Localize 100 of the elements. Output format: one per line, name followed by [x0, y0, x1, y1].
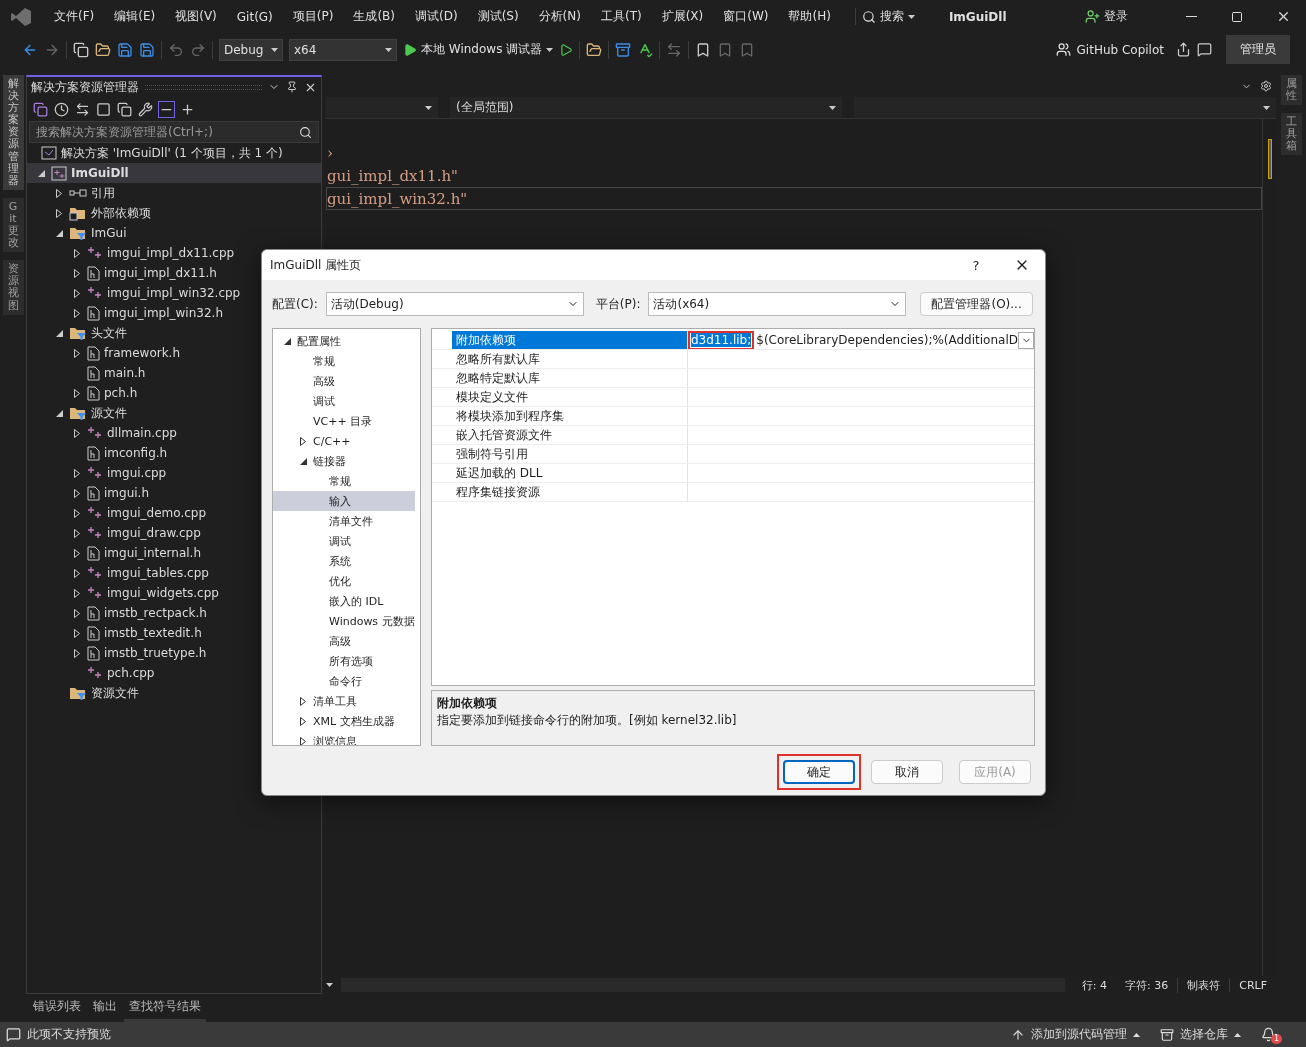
menu-item[interactable]: 项目(P) — [282, 8, 344, 25]
configuration-dropdown[interactable]: 活动(Debug) — [325, 292, 584, 316]
solution-tree-item[interactable]: 引用 — [27, 183, 321, 203]
menu-item[interactable]: 编辑(E) — [104, 8, 166, 25]
menu-item[interactable]: 帮助(H) — [778, 8, 841, 25]
sign-in-button[interactable]: 登录 — [1085, 8, 1128, 25]
pin-icon[interactable] — [286, 81, 298, 93]
expanded-arrow-icon[interactable] — [55, 229, 63, 237]
menu-item[interactable]: 工具(T) — [590, 8, 652, 25]
dialog-button[interactable]: 取消 — [871, 760, 943, 784]
property-name[interactable]: 嵌入托管资源文件 — [451, 426, 688, 444]
settings-tree-item[interactable]: C/C++ — [273, 431, 415, 451]
open-folder-icon[interactable] — [95, 41, 111, 58]
status-message: 此项不支持预览 — [27, 1026, 111, 1043]
expanded-arrow-icon[interactable] — [283, 337, 291, 345]
share-icon[interactable] — [1176, 42, 1191, 57]
add-to-source-control-button[interactable]: 添加到源代码管理 — [1011, 1026, 1140, 1043]
side-tab[interactable]: 资源视图 — [2, 260, 24, 315]
cpp-file-icon — [87, 426, 103, 440]
menu-item[interactable]: 窗口(W) — [713, 8, 779, 25]
collapsed-arrow-icon[interactable] — [300, 716, 306, 726]
column-indicator: 字符: 36 — [1124, 977, 1170, 993]
caret-icon — [326, 983, 333, 987]
platform-dropdown[interactable]: x64 — [289, 38, 397, 61]
settings-tree-item[interactable]: 清单工具 — [273, 691, 415, 711]
tool-window-tab[interactable]: 输出 — [88, 994, 122, 1022]
save-icon[interactable] — [117, 41, 133, 58]
property-name[interactable]: 忽略所有默认库 — [451, 350, 688, 368]
settings-tree-item[interactable]: XML 文档生成器 — [273, 711, 415, 731]
menu-item[interactable]: 生成(B) — [343, 8, 405, 25]
tool-window-tab[interactable]: 错误列表 — [28, 994, 86, 1022]
settings-tree-item[interactable]: 常规 — [273, 351, 415, 371]
configuration-manager-button[interactable]: 配置管理器(O)... — [920, 292, 1033, 316]
save-all-icon[interactable] — [139, 41, 155, 58]
search-field[interactable]: 搜索解决方案资源管理器(Ctrl+;) — [29, 121, 319, 143]
run-debugger-button[interactable]: 本地 Windows 调试器 — [403, 41, 554, 58]
menu-item[interactable]: 扩展(X) — [651, 8, 714, 25]
menu-item[interactable]: 文件(F) — [44, 8, 105, 25]
settings-tree-item[interactable]: 调试 — [273, 391, 415, 411]
spell-check-icon[interactable] — [637, 41, 654, 58]
settings-tree-item[interactable]: 配置属性 — [273, 331, 415, 351]
caret-icon — [385, 47, 392, 52]
start-without-debugging-icon[interactable] — [559, 42, 574, 57]
expanded-arrow-icon[interactable] — [299, 457, 307, 465]
solution-tree-item[interactable]: 解决方案 'ImGuiDll' (1 个项目，共 1 个) — [27, 143, 321, 163]
property-name[interactable]: 程序集链接资源 — [451, 483, 688, 501]
search-button[interactable]: 搜索 — [854, 8, 921, 25]
expanded-arrow-icon[interactable] — [55, 329, 63, 337]
property-name[interactable]: 忽略特定默认库 — [451, 369, 688, 387]
property-name[interactable]: 将模块添加到程序集 — [451, 407, 688, 425]
side-tab[interactable]: 工具箱 — [1280, 113, 1302, 156]
settings-tree-item[interactable]: 链接器 — [273, 451, 415, 471]
history-icon[interactable] — [54, 101, 69, 117]
copilot-button[interactable]: GitHub Copilot — [1055, 42, 1164, 57]
menu-item[interactable]: Git(G) — [226, 9, 283, 24]
properties-icon[interactable] — [138, 101, 153, 117]
references-icon — [69, 188, 87, 198]
menu-item[interactable]: 测试(S) — [467, 8, 529, 25]
dialog-button[interactable]: 确定 — [783, 760, 855, 784]
help-button[interactable]: ? — [953, 257, 999, 273]
select-repository-button[interactable]: 选择仓库 — [1160, 1026, 1241, 1043]
caret-icon — [425, 105, 432, 110]
property-name[interactable]: 延迟加载的 DLL — [451, 464, 688, 482]
line-ending[interactable]: CRLF — [1229, 978, 1276, 992]
caret-icon — [271, 47, 278, 52]
dialog-title: ImGuiDll 属性页 — [270, 256, 362, 274]
redo-icon[interactable] — [190, 41, 206, 58]
collapsed-arrow-icon[interactable] — [300, 736, 306, 745]
menu-item[interactable]: 视图(V) — [165, 8, 227, 25]
collapsed-arrow-icon[interactable] — [300, 696, 306, 706]
side-tab[interactable]: Git 更改 — [2, 197, 24, 253]
property-name[interactable]: 强制符号引用 — [451, 445, 688, 463]
find-in-folder-icon[interactable] — [586, 41, 603, 58]
feedback-icon[interactable] — [1197, 42, 1212, 57]
property-name[interactable]: 模块定义文件 — [451, 388, 688, 406]
menu-item[interactable]: 分析(N) — [528, 8, 591, 25]
property-name[interactable]: 附加依赖项 — [451, 331, 688, 349]
solution-tree-item[interactable]: ImGui — [27, 223, 321, 243]
header-file-icon — [87, 265, 100, 281]
description-title: 附加依赖项 — [436, 695, 498, 712]
collapsed-arrow-icon[interactable] — [300, 436, 306, 446]
settings-tree-item[interactable]: VC++ 目录 — [273, 411, 415, 431]
bell-icon[interactable] — [1261, 1027, 1276, 1042]
settings-icon[interactable] — [1260, 80, 1272, 92]
platform-dropdown[interactable]: 活动(x64) — [648, 292, 907, 316]
configuration-dropdown[interactable]: Debug — [219, 38, 283, 61]
sync-icon[interactable] — [75, 101, 90, 117]
undo-icon[interactable] — [168, 41, 184, 58]
side-tab[interactable]: 解决方案资源管理器 — [2, 75, 24, 190]
expanded-arrow-icon[interactable] — [55, 409, 63, 417]
settings-tree-item[interactable]: 高级 — [273, 371, 415, 391]
side-tab[interactable]: 属性 — [1280, 75, 1302, 106]
expanded-arrow-icon[interactable] — [37, 169, 45, 177]
class-view-icon[interactable] — [180, 101, 195, 117]
scope-dropdown[interactable]: (全局范围) — [450, 97, 842, 118]
menu-item[interactable]: 调试(D) — [405, 8, 468, 25]
settings-tree-item[interactable]: 输入 — [273, 491, 415, 511]
solution-tree-item[interactable]: 外部依赖项 — [27, 203, 321, 223]
indent-mode[interactable]: 制表符 — [1177, 977, 1230, 993]
solution-tree-item[interactable]: ImGuiDll — [27, 163, 321, 183]
